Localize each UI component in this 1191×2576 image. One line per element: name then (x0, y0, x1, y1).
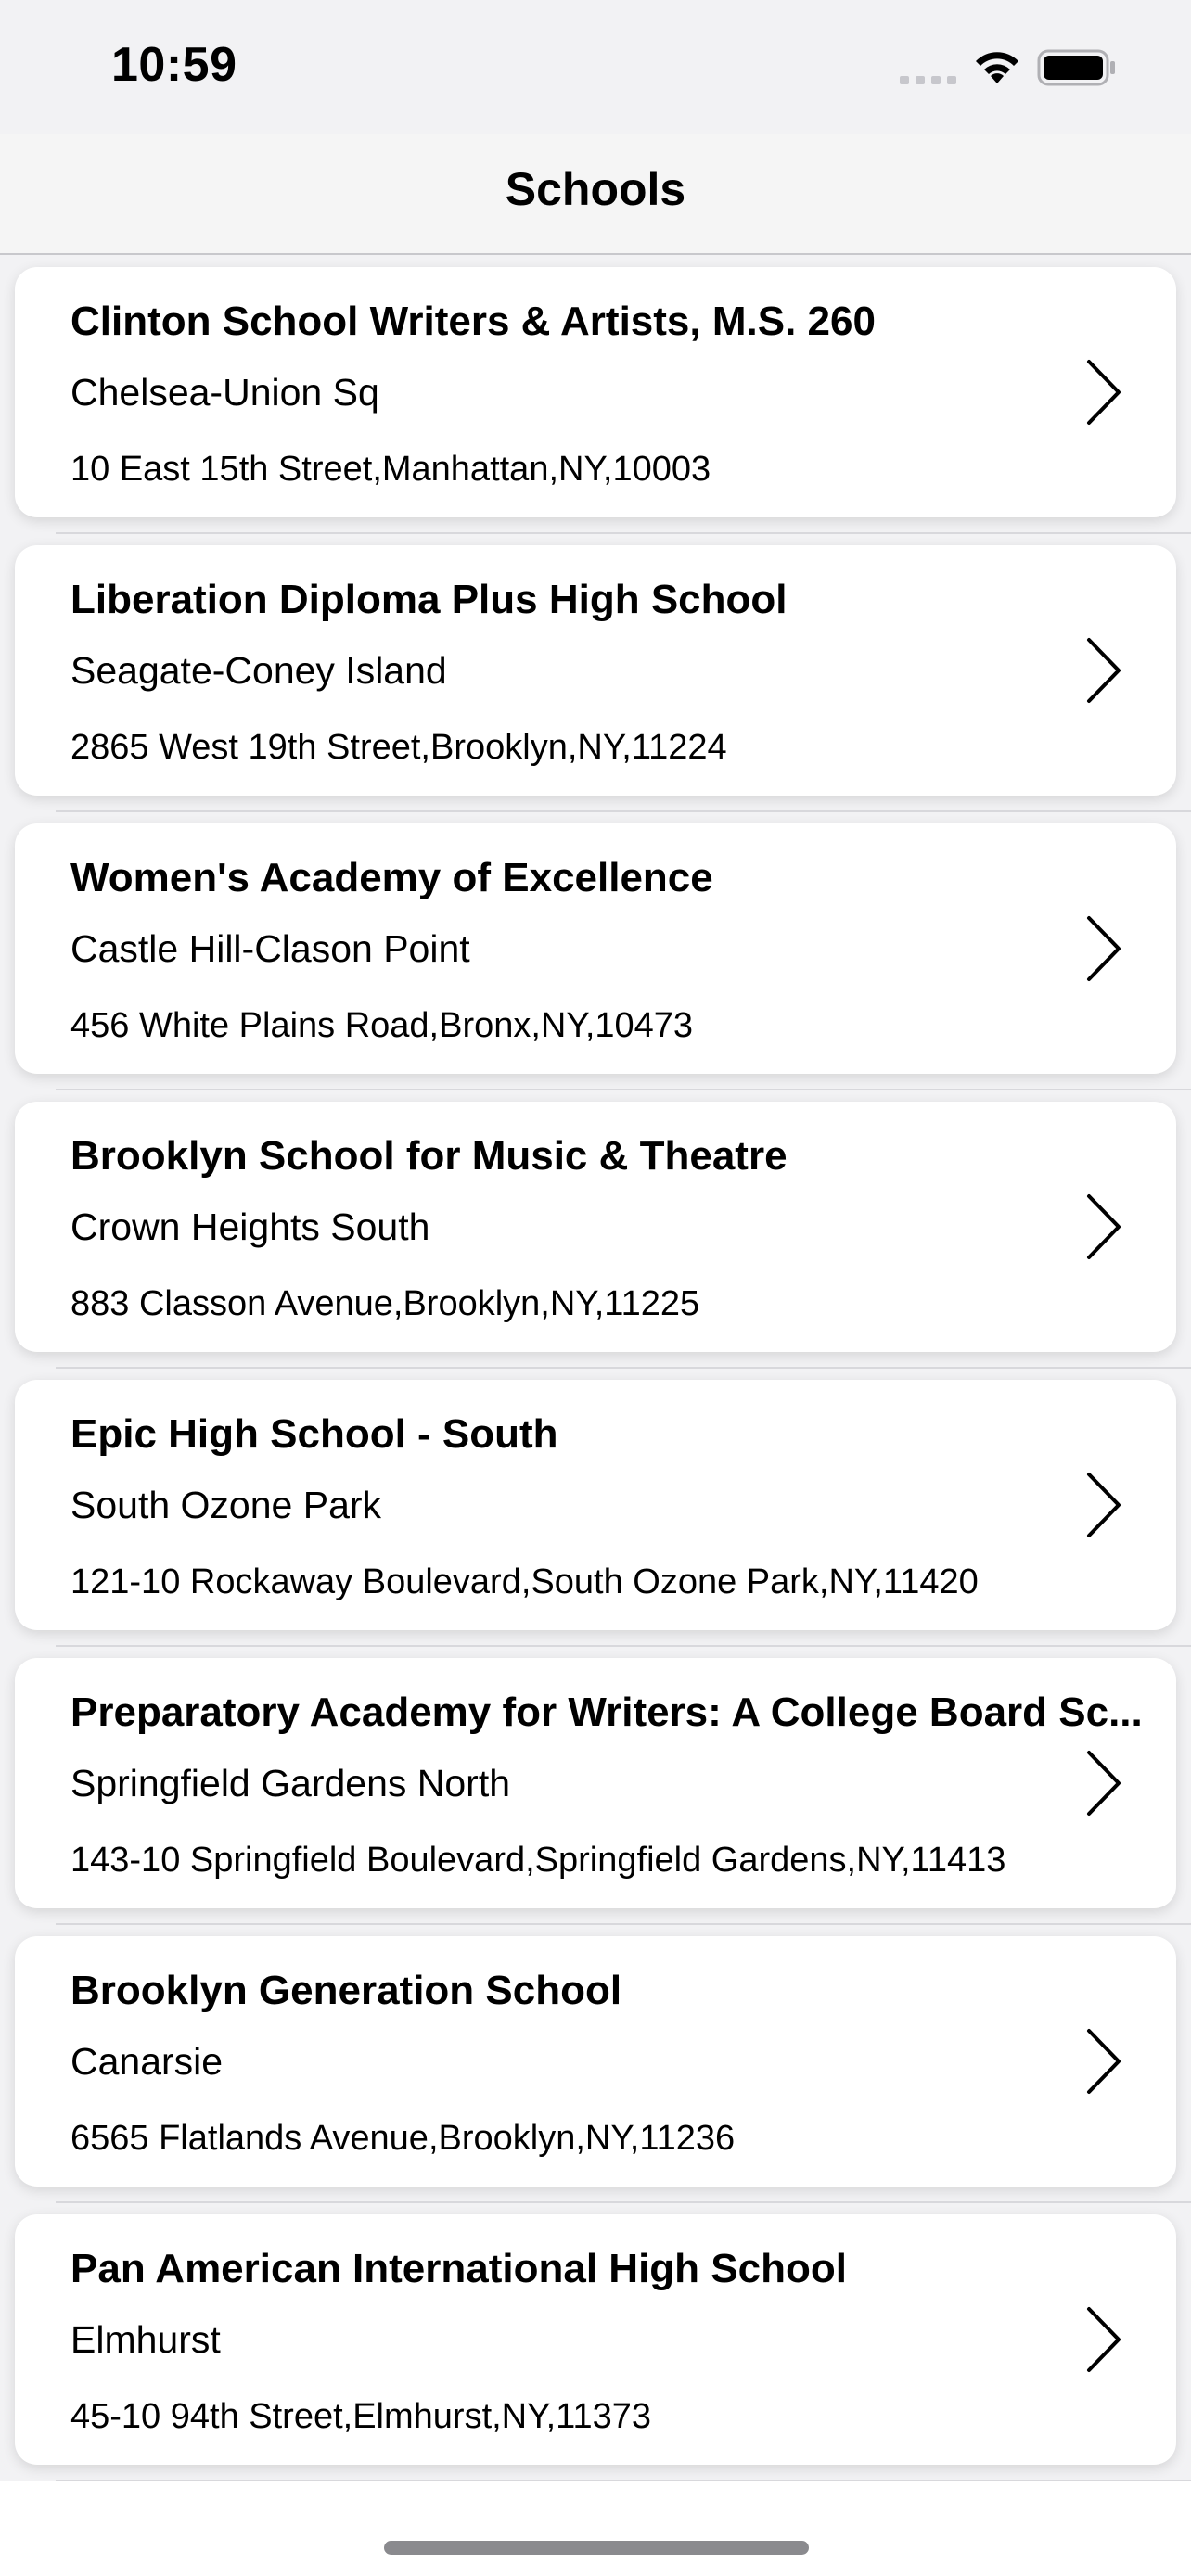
list-item[interactable]: Epic High School - South South Ozone Par… (0, 1369, 1191, 1647)
school-address: 143-10 Springfield Boulevard,Springfield… (70, 1841, 1006, 1880)
school-card[interactable]: Brooklyn School for Music & Theatre Crow… (15, 1102, 1176, 1352)
school-neighborhood: Castle Hill-Clason Point (70, 927, 470, 970)
school-card[interactable]: Women's Academy of Excellence Castle Hil… (15, 823, 1176, 1074)
status-bar: 10:59 (0, 0, 1191, 134)
school-card[interactable]: Preparatory Academy for Writers: A Colle… (15, 1658, 1176, 1908)
wifi-icon (976, 52, 1018, 83)
chevron-right-icon (1087, 1194, 1121, 1259)
school-address: 456 White Plains Road,Bronx,NY,10473 (70, 1006, 694, 1045)
home-indicator[interactable] (384, 2541, 809, 2555)
school-name: Brooklyn School for Music & Theatre (70, 1133, 788, 1179)
school-address: 121-10 Rockaway Boulevard,South Ozone Pa… (70, 1562, 979, 1601)
school-name: Liberation Diploma Plus High School (70, 577, 788, 622)
school-neighborhood: Springfield Gardens North (70, 1762, 511, 1804)
school-neighborhood: Crown Heights South (70, 1205, 430, 1248)
home-indicator-area (0, 2481, 1191, 2576)
list-item[interactable]: Brooklyn Generation School Canarsie 6565… (0, 1925, 1191, 2203)
school-address: 10 East 15th Street,Manhattan,NY,10003 (70, 450, 711, 489)
battery-icon (1037, 49, 1115, 86)
status-time: 10:59 (111, 38, 237, 92)
school-name: Pan American International High School (70, 2246, 847, 2291)
school-neighborhood: Seagate-Coney Island (70, 649, 447, 692)
schools-list: Clinton School Writers & Artists, M.S. 2… (0, 256, 1191, 2481)
list-item[interactable]: Pan American International High School E… (0, 2203, 1191, 2481)
navigation-bar: Schools (0, 134, 1191, 255)
chevron-right-icon (1087, 1473, 1121, 1537)
school-card[interactable]: Brooklyn Generation School Canarsie 6565… (15, 1936, 1176, 2187)
school-neighborhood: South Ozone Park (70, 1484, 382, 1526)
chevron-right-icon (1087, 638, 1121, 703)
school-name: Clinton School Writers & Artists, M.S. 2… (70, 299, 876, 344)
school-card[interactable]: Liberation Diploma Plus High School Seag… (15, 545, 1176, 796)
list-item[interactable]: Clinton School Writers & Artists, M.S. 2… (0, 256, 1191, 534)
school-neighborhood: Elmhurst (70, 2318, 221, 2361)
school-address: 883 Classon Avenue,Brooklyn,NY,11225 (70, 1284, 700, 1323)
school-name: Epic High School - South (70, 1411, 558, 1457)
school-card[interactable]: Pan American International High School E… (15, 2214, 1176, 2465)
school-address: 2865 West 19th Street,Brooklyn,NY,11224 (70, 728, 727, 767)
school-name: Women's Academy of Excellence (70, 855, 713, 900)
school-name: Preparatory Academy for Writers: A Colle… (70, 1690, 1143, 1735)
school-card[interactable]: Clinton School Writers & Artists, M.S. 2… (15, 267, 1176, 517)
school-neighborhood: Chelsea-Union Sq (70, 371, 379, 414)
chevron-right-icon (1087, 2029, 1121, 2094)
list-item[interactable]: Brooklyn School for Music & Theatre Crow… (0, 1090, 1191, 1369)
school-address: 6565 Flatlands Avenue,Brooklyn,NY,11236 (70, 2119, 736, 2158)
list-item[interactable]: Preparatory Academy for Writers: A Colle… (0, 1647, 1191, 1925)
chevron-right-icon (1087, 916, 1121, 981)
signal-icon (900, 76, 956, 84)
chevron-right-icon (1087, 360, 1121, 425)
school-neighborhood: Canarsie (70, 2040, 224, 2083)
page-title: Schools (505, 163, 686, 215)
school-card[interactable]: Epic High School - South South Ozone Par… (15, 1380, 1176, 1630)
school-name: Brooklyn Generation School (70, 1968, 622, 2013)
school-address: 45-10 94th Street,Elmhurst,NY,11373 (70, 2397, 651, 2436)
chevron-right-icon (1087, 1751, 1121, 1816)
chevron-right-icon (1087, 2307, 1121, 2372)
list-item[interactable]: Liberation Diploma Plus High School Seag… (0, 534, 1191, 812)
list-item[interactable]: Women's Academy of Excellence Castle Hil… (0, 812, 1191, 1090)
